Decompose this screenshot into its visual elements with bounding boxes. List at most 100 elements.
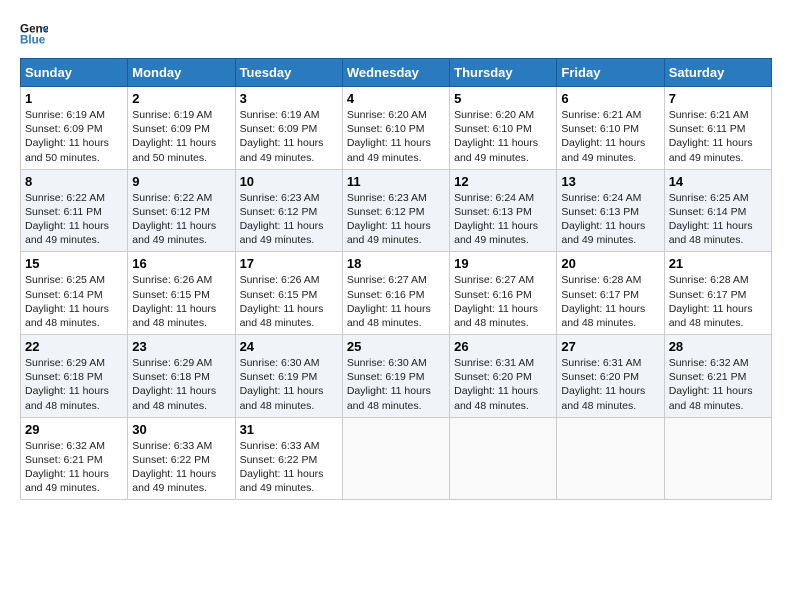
- calendar-cell: 5 Sunrise: 6:20 AMSunset: 6:10 PMDayligh…: [450, 87, 557, 170]
- day-info: Sunrise: 6:24 AMSunset: 6:13 PMDaylight:…: [454, 191, 552, 248]
- day-info: Sunrise: 6:31 AMSunset: 6:20 PMDaylight:…: [561, 356, 659, 413]
- day-info: Sunrise: 6:28 AMSunset: 6:17 PMDaylight:…: [669, 273, 767, 330]
- calendar-cell: 16 Sunrise: 6:26 AMSunset: 6:15 PMDaylig…: [128, 252, 235, 335]
- day-number: 27: [561, 339, 659, 354]
- day-number: 24: [240, 339, 338, 354]
- calendar-table: SundayMondayTuesdayWednesdayThursdayFrid…: [20, 58, 772, 500]
- calendar-cell: 8 Sunrise: 6:22 AMSunset: 6:11 PMDayligh…: [21, 169, 128, 252]
- calendar-cell: 29 Sunrise: 6:32 AMSunset: 6:21 PMDaylig…: [21, 417, 128, 500]
- page-header: General Blue: [20, 20, 772, 48]
- day-number: 26: [454, 339, 552, 354]
- calendar-cell: 6 Sunrise: 6:21 AMSunset: 6:10 PMDayligh…: [557, 87, 664, 170]
- svg-text:Blue: Blue: [20, 33, 46, 46]
- calendar-day-header: Wednesday: [342, 59, 449, 87]
- day-number: 10: [240, 174, 338, 189]
- calendar-week-row: 1 Sunrise: 6:19 AMSunset: 6:09 PMDayligh…: [21, 87, 772, 170]
- day-number: 5: [454, 91, 552, 106]
- day-info: Sunrise: 6:21 AMSunset: 6:10 PMDaylight:…: [561, 108, 659, 165]
- day-number: 8: [25, 174, 123, 189]
- day-info: Sunrise: 6:30 AMSunset: 6:19 PMDaylight:…: [347, 356, 445, 413]
- day-number: 9: [132, 174, 230, 189]
- calendar-cell: 9 Sunrise: 6:22 AMSunset: 6:12 PMDayligh…: [128, 169, 235, 252]
- day-number: 7: [669, 91, 767, 106]
- day-info: Sunrise: 6:33 AMSunset: 6:22 PMDaylight:…: [240, 439, 338, 496]
- calendar-cell: 22 Sunrise: 6:29 AMSunset: 6:18 PMDaylig…: [21, 335, 128, 418]
- day-info: Sunrise: 6:24 AMSunset: 6:13 PMDaylight:…: [561, 191, 659, 248]
- day-number: 30: [132, 422, 230, 437]
- calendar-cell: 24 Sunrise: 6:30 AMSunset: 6:19 PMDaylig…: [235, 335, 342, 418]
- calendar-day-header: Friday: [557, 59, 664, 87]
- calendar-cell: 27 Sunrise: 6:31 AMSunset: 6:20 PMDaylig…: [557, 335, 664, 418]
- day-number: 2: [132, 91, 230, 106]
- calendar-week-row: 22 Sunrise: 6:29 AMSunset: 6:18 PMDaylig…: [21, 335, 772, 418]
- calendar-cell: [342, 417, 449, 500]
- day-number: 21: [669, 256, 767, 271]
- day-number: 14: [669, 174, 767, 189]
- calendar-cell: 1 Sunrise: 6:19 AMSunset: 6:09 PMDayligh…: [21, 87, 128, 170]
- calendar-day-header: Saturday: [664, 59, 771, 87]
- day-info: Sunrise: 6:30 AMSunset: 6:19 PMDaylight:…: [240, 356, 338, 413]
- calendar-cell: 2 Sunrise: 6:19 AMSunset: 6:09 PMDayligh…: [128, 87, 235, 170]
- calendar-week-row: 8 Sunrise: 6:22 AMSunset: 6:11 PMDayligh…: [21, 169, 772, 252]
- day-info: Sunrise: 6:32 AMSunset: 6:21 PMDaylight:…: [25, 439, 123, 496]
- calendar-week-row: 29 Sunrise: 6:32 AMSunset: 6:21 PMDaylig…: [21, 417, 772, 500]
- calendar-cell: 20 Sunrise: 6:28 AMSunset: 6:17 PMDaylig…: [557, 252, 664, 335]
- day-number: 31: [240, 422, 338, 437]
- day-info: Sunrise: 6:31 AMSunset: 6:20 PMDaylight:…: [454, 356, 552, 413]
- calendar-cell: 7 Sunrise: 6:21 AMSunset: 6:11 PMDayligh…: [664, 87, 771, 170]
- day-number: 11: [347, 174, 445, 189]
- calendar-cell: 3 Sunrise: 6:19 AMSunset: 6:09 PMDayligh…: [235, 87, 342, 170]
- calendar-header-row: SundayMondayTuesdayWednesdayThursdayFrid…: [21, 59, 772, 87]
- calendar-cell: 25 Sunrise: 6:30 AMSunset: 6:19 PMDaylig…: [342, 335, 449, 418]
- calendar-cell: 23 Sunrise: 6:29 AMSunset: 6:18 PMDaylig…: [128, 335, 235, 418]
- calendar-cell: [557, 417, 664, 500]
- day-info: Sunrise: 6:25 AMSunset: 6:14 PMDaylight:…: [25, 273, 123, 330]
- day-info: Sunrise: 6:21 AMSunset: 6:11 PMDaylight:…: [669, 108, 767, 165]
- calendar-cell: [664, 417, 771, 500]
- day-number: 19: [454, 256, 552, 271]
- calendar-cell: 31 Sunrise: 6:33 AMSunset: 6:22 PMDaylig…: [235, 417, 342, 500]
- calendar-cell: [450, 417, 557, 500]
- day-number: 13: [561, 174, 659, 189]
- day-info: Sunrise: 6:20 AMSunset: 6:10 PMDaylight:…: [454, 108, 552, 165]
- calendar-cell: 15 Sunrise: 6:25 AMSunset: 6:14 PMDaylig…: [21, 252, 128, 335]
- calendar-cell: 12 Sunrise: 6:24 AMSunset: 6:13 PMDaylig…: [450, 169, 557, 252]
- day-number: 6: [561, 91, 659, 106]
- calendar-cell: 19 Sunrise: 6:27 AMSunset: 6:16 PMDaylig…: [450, 252, 557, 335]
- day-info: Sunrise: 6:23 AMSunset: 6:12 PMDaylight:…: [240, 191, 338, 248]
- calendar-cell: 14 Sunrise: 6:25 AMSunset: 6:14 PMDaylig…: [664, 169, 771, 252]
- day-info: Sunrise: 6:19 AMSunset: 6:09 PMDaylight:…: [25, 108, 123, 165]
- day-number: 23: [132, 339, 230, 354]
- day-info: Sunrise: 6:26 AMSunset: 6:15 PMDaylight:…: [132, 273, 230, 330]
- day-info: Sunrise: 6:27 AMSunset: 6:16 PMDaylight:…: [347, 273, 445, 330]
- day-info: Sunrise: 6:19 AMSunset: 6:09 PMDaylight:…: [240, 108, 338, 165]
- calendar-cell: 21 Sunrise: 6:28 AMSunset: 6:17 PMDaylig…: [664, 252, 771, 335]
- day-number: 29: [25, 422, 123, 437]
- calendar-cell: 17 Sunrise: 6:26 AMSunset: 6:15 PMDaylig…: [235, 252, 342, 335]
- calendar-cell: 26 Sunrise: 6:31 AMSunset: 6:20 PMDaylig…: [450, 335, 557, 418]
- day-number: 4: [347, 91, 445, 106]
- day-number: 25: [347, 339, 445, 354]
- day-info: Sunrise: 6:29 AMSunset: 6:18 PMDaylight:…: [25, 356, 123, 413]
- day-info: Sunrise: 6:25 AMSunset: 6:14 PMDaylight:…: [669, 191, 767, 248]
- day-info: Sunrise: 6:32 AMSunset: 6:21 PMDaylight:…: [669, 356, 767, 413]
- calendar-week-row: 15 Sunrise: 6:25 AMSunset: 6:14 PMDaylig…: [21, 252, 772, 335]
- day-number: 28: [669, 339, 767, 354]
- day-number: 18: [347, 256, 445, 271]
- calendar-day-header: Monday: [128, 59, 235, 87]
- day-info: Sunrise: 6:27 AMSunset: 6:16 PMDaylight:…: [454, 273, 552, 330]
- day-number: 17: [240, 256, 338, 271]
- logo: General Blue: [20, 20, 48, 48]
- day-info: Sunrise: 6:23 AMSunset: 6:12 PMDaylight:…: [347, 191, 445, 248]
- calendar-cell: 30 Sunrise: 6:33 AMSunset: 6:22 PMDaylig…: [128, 417, 235, 500]
- day-info: Sunrise: 6:22 AMSunset: 6:12 PMDaylight:…: [132, 191, 230, 248]
- day-info: Sunrise: 6:28 AMSunset: 6:17 PMDaylight:…: [561, 273, 659, 330]
- calendar-cell: 18 Sunrise: 6:27 AMSunset: 6:16 PMDaylig…: [342, 252, 449, 335]
- day-number: 22: [25, 339, 123, 354]
- day-info: Sunrise: 6:33 AMSunset: 6:22 PMDaylight:…: [132, 439, 230, 496]
- calendar-cell: 10 Sunrise: 6:23 AMSunset: 6:12 PMDaylig…: [235, 169, 342, 252]
- day-number: 16: [132, 256, 230, 271]
- calendar-body: 1 Sunrise: 6:19 AMSunset: 6:09 PMDayligh…: [21, 87, 772, 500]
- calendar-day-header: Thursday: [450, 59, 557, 87]
- calendar-cell: 28 Sunrise: 6:32 AMSunset: 6:21 PMDaylig…: [664, 335, 771, 418]
